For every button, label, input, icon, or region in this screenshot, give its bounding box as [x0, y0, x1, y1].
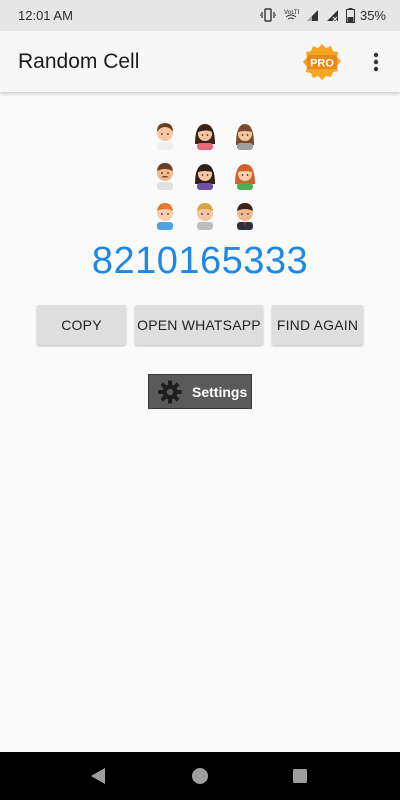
- avatar-woman-brown-hair: [225, 115, 265, 155]
- status-bar: 12:01 AM VoLTE 35%: [0, 0, 400, 31]
- avatar-woman-dark-hair-2: [185, 155, 225, 195]
- status-time: 12:01 AM: [18, 8, 73, 23]
- vibrate-icon: [259, 8, 276, 22]
- settings-label: Settings: [192, 383, 248, 400]
- avatar-boy-ginger: [145, 195, 185, 235]
- avatar-grid: [145, 115, 265, 235]
- gear-icon: [158, 380, 182, 403]
- home-icon[interactable]: [191, 767, 209, 785]
- pro-badge[interactable]: PRO: [303, 43, 341, 81]
- back-icon[interactable]: [89, 767, 107, 785]
- avatar-man-blond: [185, 195, 225, 235]
- open-whatsapp-button[interactable]: OPEN WHATSAPP: [135, 305, 263, 345]
- avatar-man-mustache: [145, 155, 185, 195]
- recents-icon[interactable]: [291, 767, 309, 785]
- battery-icon: [345, 7, 355, 23]
- volte-icon: VoLTE: [284, 9, 299, 20]
- signal-2-icon: [326, 10, 338, 22]
- app-title: Random Cell: [18, 50, 140, 73]
- avatar-woman-dark-hair: [185, 115, 225, 155]
- app-bar: Random Cell PRO: [0, 31, 400, 92]
- copy-button[interactable]: COPY: [37, 305, 126, 345]
- avatar-woman-red-hair: [225, 155, 265, 195]
- signal-1-icon: [306, 10, 318, 21]
- battery-percent: 35%: [359, 7, 386, 23]
- avatar-man-dark-suit: [225, 195, 265, 235]
- find-again-button[interactable]: FIND AGAIN: [272, 305, 363, 345]
- pro-badge-label: PRO: [310, 58, 334, 70]
- more-vert-icon[interactable]: [366, 50, 386, 74]
- navigation-bar: [0, 752, 400, 800]
- phone-number: 8210165333: [91, 240, 309, 282]
- avatar-man-brown-hair: [145, 115, 185, 155]
- settings-button[interactable]: Settings: [148, 374, 252, 409]
